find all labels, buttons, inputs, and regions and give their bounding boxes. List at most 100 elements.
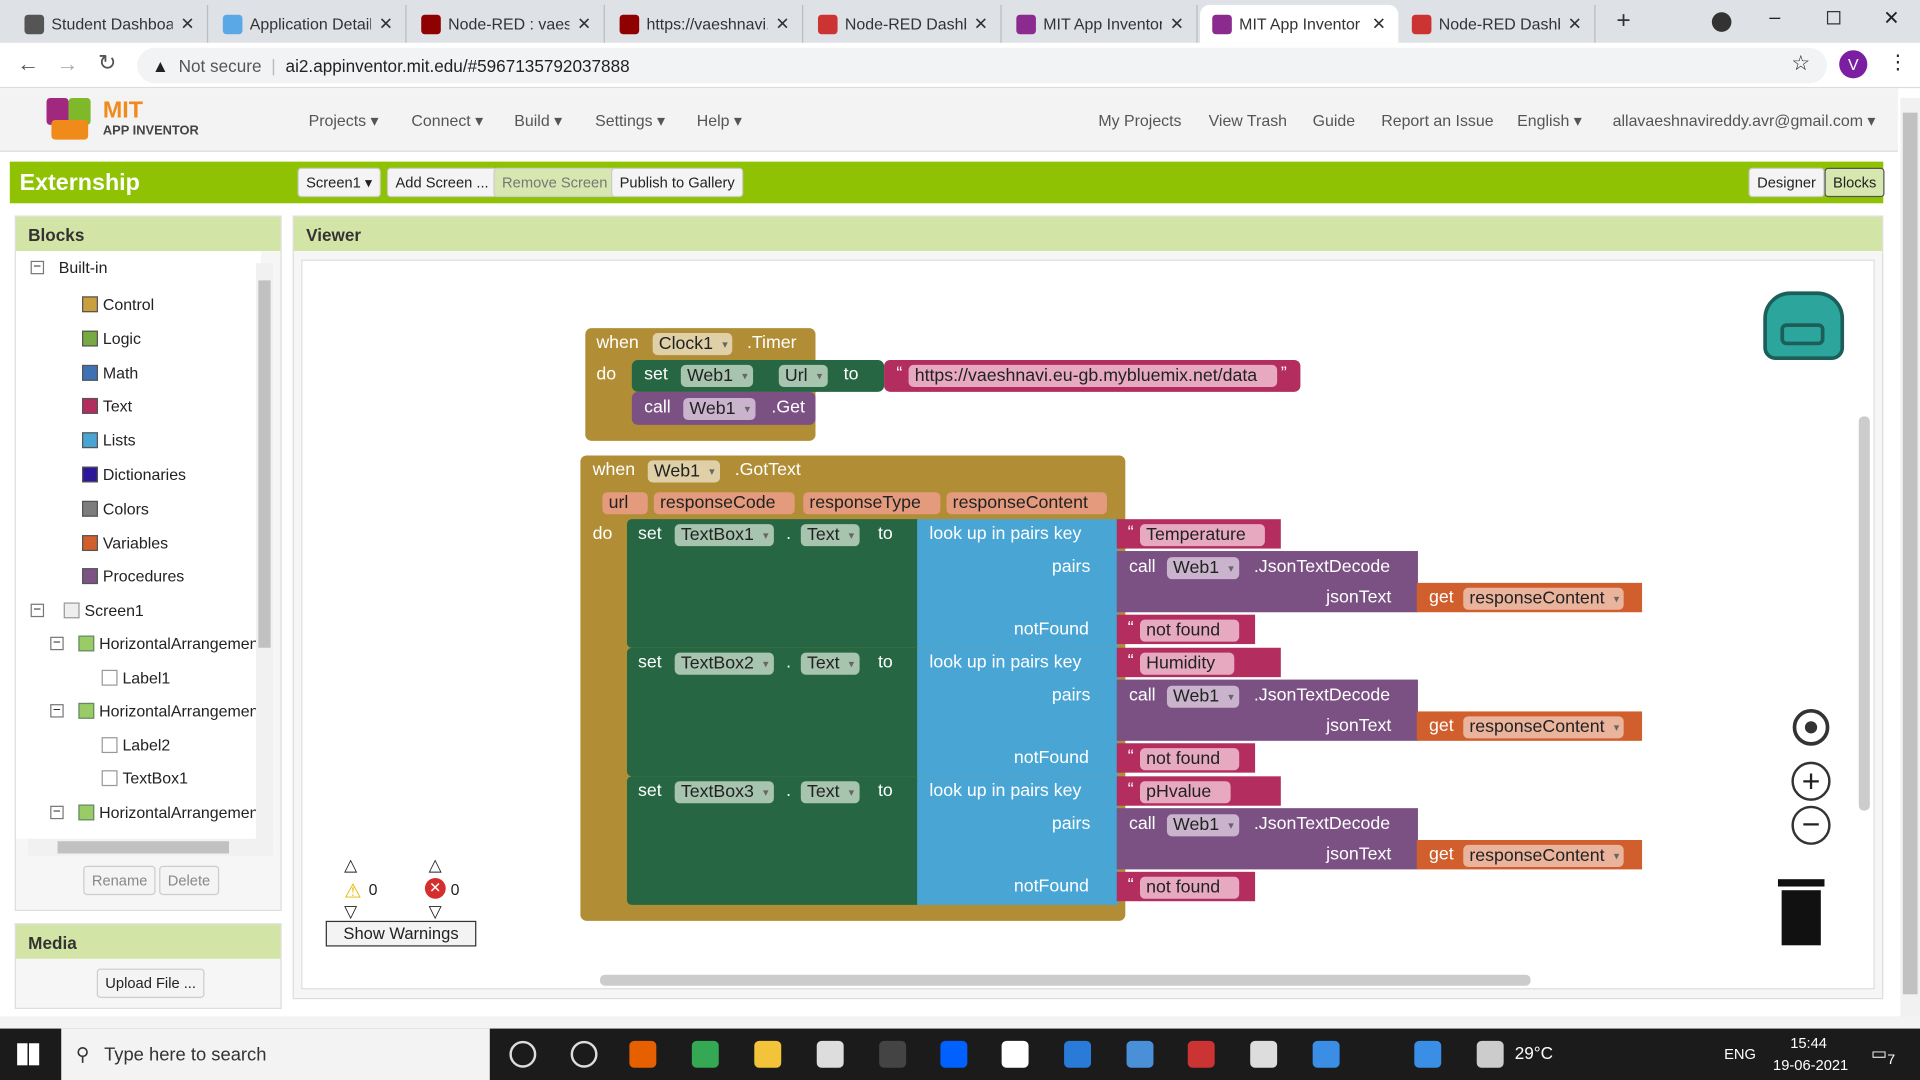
tab-close-icon[interactable]: ✕ bbox=[775, 13, 789, 34]
tree-component[interactable]: Label2 bbox=[101, 736, 170, 754]
menu-build[interactable]: Build ▾ bbox=[514, 111, 562, 131]
trash-icon[interactable] bbox=[1777, 879, 1825, 946]
tree-item-colors[interactable]: Colors bbox=[82, 499, 149, 518]
collapse-icon[interactable]: − bbox=[30, 603, 45, 618]
property-dropdown[interactable]: Text bbox=[800, 652, 860, 675]
tree-component[interactable]: − HorizontalArrangement2 bbox=[50, 702, 261, 720]
weather-temp[interactable]: 29°C bbox=[1515, 1043, 1553, 1063]
key-text-value[interactable]: Temperature bbox=[1140, 524, 1266, 547]
zoom-out-icon[interactable]: − bbox=[1791, 805, 1831, 845]
windows-start-icon[interactable] bbox=[17, 1043, 40, 1066]
back-icon[interactable]: ← bbox=[17, 51, 39, 77]
recenter-icon[interactable] bbox=[1792, 708, 1830, 746]
tree-item-procedures[interactable]: Procedures bbox=[82, 567, 184, 586]
web-component-dropdown[interactable]: Web1 bbox=[647, 460, 720, 483]
variable-dropdown[interactable]: responseContent bbox=[1463, 716, 1625, 739]
notfound-text-value[interactable]: not found bbox=[1140, 876, 1240, 899]
collapse-icon[interactable]: − bbox=[50, 703, 64, 718]
collapse-icon[interactable]: − bbox=[50, 805, 64, 820]
remove-screen-button[interactable]: Remove Screen bbox=[493, 167, 616, 198]
textbox-dropdown[interactable]: TextBox3 bbox=[674, 781, 774, 804]
tab-close-icon[interactable]: ✕ bbox=[1568, 13, 1582, 34]
tree-component[interactable]: Label1 bbox=[101, 669, 170, 687]
error-next-icon[interactable]: ▽ bbox=[429, 901, 442, 922]
files-icon[interactable] bbox=[1250, 1040, 1278, 1068]
tab-search-icon[interactable] bbox=[1711, 12, 1732, 32]
profile-avatar[interactable]: V bbox=[1839, 50, 1868, 79]
tree-item-math[interactable]: Math bbox=[82, 363, 138, 382]
workspace-scrollbar-v[interactable] bbox=[1858, 416, 1870, 811]
web-component-dropdown[interactable]: Web1 bbox=[680, 364, 753, 387]
key-text-value[interactable]: Humidity bbox=[1140, 652, 1235, 675]
menu-connect[interactable]: Connect ▾ bbox=[411, 111, 483, 131]
collapse-icon[interactable]: − bbox=[50, 636, 64, 651]
browser-tab[interactable]: Node-RED : vaeshnavi ✕ bbox=[409, 4, 605, 43]
add-screen-button[interactable]: Add Screen ... bbox=[386, 167, 498, 198]
web-component-dropdown[interactable]: Web1 bbox=[1166, 685, 1239, 708]
minimize-button[interactable]: – bbox=[1769, 7, 1780, 29]
upload-file-button[interactable]: Upload File ... bbox=[96, 968, 205, 998]
task-view-icon[interactable] bbox=[570, 1040, 598, 1068]
clock-component-dropdown[interactable]: Clock1 bbox=[652, 333, 733, 356]
photos-app-icon[interactable] bbox=[1312, 1040, 1340, 1068]
screen-select[interactable]: Screen1 ▾ bbox=[297, 167, 381, 198]
param-responseType[interactable]: responseType bbox=[803, 492, 941, 515]
photos-icon[interactable] bbox=[1187, 1040, 1215, 1068]
variable-dropdown[interactable]: responseContent bbox=[1463, 587, 1625, 610]
tree-item-text[interactable]: Text bbox=[82, 397, 132, 416]
language-indicator[interactable]: ENG bbox=[1724, 1046, 1756, 1063]
tree-scrollbar-h[interactable] bbox=[28, 838, 274, 856]
chrome-icon[interactable] bbox=[691, 1040, 719, 1068]
blocks-button[interactable]: Blocks bbox=[1824, 167, 1885, 198]
tree-item-control[interactable]: Control bbox=[82, 295, 154, 313]
help-icon[interactable] bbox=[1414, 1040, 1442, 1068]
menu-projects[interactable]: Projects ▾ bbox=[309, 111, 379, 131]
publish-button[interactable]: Publish to Gallery bbox=[611, 167, 744, 198]
url-text-value[interactable]: https://vaeshnavi.eu-gb.mybluemix.net/da… bbox=[908, 364, 1277, 387]
tab-close-icon[interactable]: ✕ bbox=[180, 13, 194, 34]
app-icon[interactable] bbox=[1126, 1040, 1154, 1068]
mail-icon[interactable] bbox=[1064, 1040, 1092, 1068]
restore-button[interactable] bbox=[1826, 11, 1841, 25]
tab-close-icon[interactable]: ✕ bbox=[974, 13, 988, 34]
amazon-icon[interactable] bbox=[1001, 1040, 1029, 1068]
browser-tab[interactable]: Student Dashboard ✕ bbox=[12, 4, 209, 43]
dropbox-icon[interactable] bbox=[940, 1040, 968, 1068]
tree-component[interactable]: − HorizontalArrangement3 bbox=[50, 803, 261, 822]
header-link[interactable]: Report an Issue bbox=[1381, 111, 1493, 129]
forward-icon[interactable]: → bbox=[56, 51, 78, 77]
backpack-icon[interactable] bbox=[1763, 279, 1845, 362]
tree-builtin[interactable]: − Built-in bbox=[30, 258, 107, 277]
key-text-value[interactable]: pHvalue bbox=[1140, 781, 1231, 804]
property-dropdown[interactable]: Url bbox=[778, 364, 828, 387]
firefox-icon[interactable] bbox=[629, 1040, 657, 1068]
clock-time[interactable]: 15:44 bbox=[1790, 1035, 1827, 1052]
browser-tab[interactable]: Node-RED Dashboard ✕ bbox=[1400, 4, 1596, 43]
store-icon[interactable] bbox=[816, 1040, 844, 1068]
show-warnings-button[interactable]: Show Warnings bbox=[325, 920, 477, 947]
mit-logo[interactable] bbox=[44, 96, 95, 143]
cortana-icon[interactable] bbox=[509, 1040, 537, 1068]
tab-close-icon[interactable]: ✕ bbox=[1170, 13, 1184, 34]
tree-component[interactable]: − HorizontalArrangement1 bbox=[50, 634, 261, 653]
notfound-text-value[interactable]: not found bbox=[1140, 619, 1240, 642]
header-link[interactable]: Guide bbox=[1313, 111, 1355, 129]
property-dropdown[interactable]: Text bbox=[800, 781, 860, 804]
menu-settings[interactable]: Settings ▾ bbox=[595, 111, 665, 131]
tree-screen1[interactable]: − Screen1 bbox=[30, 601, 144, 620]
taskbar-search[interactable]: ⚲ Type here to search bbox=[61, 1028, 490, 1080]
tree-item-variables[interactable]: Variables bbox=[82, 533, 168, 552]
tab-close-icon[interactable]: ✕ bbox=[577, 13, 591, 34]
file-explorer-icon[interactable] bbox=[754, 1040, 782, 1068]
tree-item-dictionaries[interactable]: Dictionaries bbox=[82, 465, 186, 484]
tree-item-logic[interactable]: Logic bbox=[82, 329, 141, 348]
header-link[interactable]: My Projects bbox=[1098, 111, 1181, 129]
weather-icon[interactable] bbox=[1476, 1040, 1504, 1068]
page-scrollbar[interactable] bbox=[1900, 97, 1920, 1029]
browser-tab[interactable]: Application Details ✕ bbox=[211, 4, 407, 43]
warning-prev-icon[interactable]: △ bbox=[344, 855, 357, 876]
browser-tab[interactable]: Node-RED Dashboard ✕ bbox=[806, 4, 1002, 43]
tree-component[interactable]: TextBox1 bbox=[101, 769, 188, 787]
close-window-button[interactable]: ✕ bbox=[1883, 6, 1899, 30]
variable-dropdown[interactable]: responseContent bbox=[1463, 844, 1625, 867]
